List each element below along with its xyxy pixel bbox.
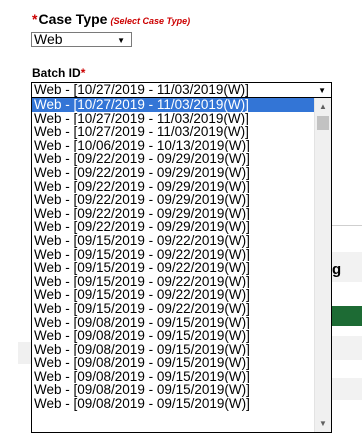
background-table-row — [332, 336, 362, 360]
batch-id-option[interactable]: Web - [09/08/2019 - 09/15/2019(W)] — [32, 383, 315, 397]
background-left-panel — [18, 342, 31, 364]
batch-id-selected-value: Web - [10/27/2019 - 11/03/2019(W)] — [34, 82, 249, 97]
background-table-header — [332, 306, 362, 326]
chevron-down-icon: ▼ — [117, 36, 125, 45]
batch-id-option[interactable]: Web - [10/27/2019 - 11/03/2019(W)] — [32, 112, 315, 126]
case-type-required-mark: * — [32, 11, 38, 27]
case-type-hint: (Select Case Type) — [110, 16, 191, 26]
batch-id-option[interactable]: Web - [09/15/2019 - 09/22/2019(W)] — [32, 261, 315, 275]
batch-id-option[interactable]: Web - [09/22/2019 - 09/29/2019(W)] — [32, 166, 315, 180]
batch-id-dropdown-list[interactable]: Web - [10/27/2019 - 11/03/2019(W)] Web - … — [31, 98, 332, 433]
batch-id-label: Batch ID* — [32, 66, 85, 80]
batch-id-required-mark: * — [80, 66, 86, 80]
batch-id-option[interactable]: Web - [10/06/2019 - 10/13/2019(W)] — [32, 139, 315, 153]
background-divider — [332, 225, 362, 226]
batch-id-option[interactable]: Web - [09/15/2019 - 09/22/2019(W)] — [32, 288, 315, 302]
batch-id-option[interactable]: Web - [09/22/2019 - 09/29/2019(W)] — [32, 220, 315, 234]
batch-id-options: Web - [10/27/2019 - 11/03/2019(W)] Web - … — [32, 98, 315, 411]
batch-id-option[interactable]: Web - [09/15/2019 - 09/22/2019(W)] — [32, 248, 315, 262]
batch-id-option[interactable]: Web - [09/22/2019 - 09/29/2019(W)] — [32, 180, 315, 194]
batch-id-option[interactable]: Web - [09/15/2019 - 09/22/2019(W)] — [32, 302, 315, 316]
batch-id-option[interactable]: Web - [09/08/2019 - 09/15/2019(W)] — [32, 316, 315, 330]
batch-id-option[interactable]: Web - [09/08/2019 - 09/15/2019(W)] — [32, 329, 315, 343]
batch-id-option[interactable]: Web - [09/15/2019 - 09/22/2019(W)] — [32, 275, 315, 289]
case-type-label: *Case Type (Select Case Type) — [32, 11, 190, 27]
batch-id-option[interactable]: Web - [09/08/2019 - 09/15/2019(W)] — [32, 397, 315, 411]
batch-id-label-text: Batch ID — [32, 66, 81, 80]
batch-id-option[interactable]: Web - [09/08/2019 - 09/15/2019(W)] — [32, 356, 315, 370]
background-partial-text: g — [332, 261, 342, 278]
scrollbar-thumb[interactable] — [317, 116, 329, 130]
batch-id-option[interactable]: Web - [09/22/2019 - 09/29/2019(W)] — [32, 207, 315, 221]
case-type-label-text: Case Type — [38, 11, 108, 27]
background-table-row — [332, 378, 362, 400]
case-type-select[interactable]: Web ▼ — [31, 32, 132, 47]
scroll-down-icon[interactable]: ▼ — [315, 419, 331, 428]
batch-id-select[interactable]: Web - [10/27/2019 - 11/03/2019(W)] ▼ — [31, 82, 332, 98]
case-type-selected-value: Web — [34, 31, 63, 47]
batch-id-option[interactable]: Web - [09/08/2019 - 09/15/2019(W)] — [32, 343, 315, 357]
scroll-up-icon[interactable]: ▲ — [315, 102, 331, 111]
batch-id-option[interactable]: Web - [09/08/2019 - 09/15/2019(W)] — [32, 370, 315, 384]
batch-id-option[interactable]: Web - [09/22/2019 - 09/29/2019(W)] — [32, 193, 315, 207]
chevron-down-icon: ▼ — [318, 86, 326, 95]
batch-id-option[interactable]: Web - [10/27/2019 - 11/03/2019(W)] — [32, 98, 315, 112]
batch-id-option[interactable]: Web - [09/15/2019 - 09/22/2019(W)] — [32, 234, 315, 248]
dropdown-scrollbar[interactable]: ▲ ▼ — [314, 98, 331, 432]
batch-id-option[interactable]: Web - [10/27/2019 - 11/03/2019(W)] — [32, 125, 315, 139]
batch-id-option[interactable]: Web - [09/22/2019 - 09/29/2019(W)] — [32, 152, 315, 166]
